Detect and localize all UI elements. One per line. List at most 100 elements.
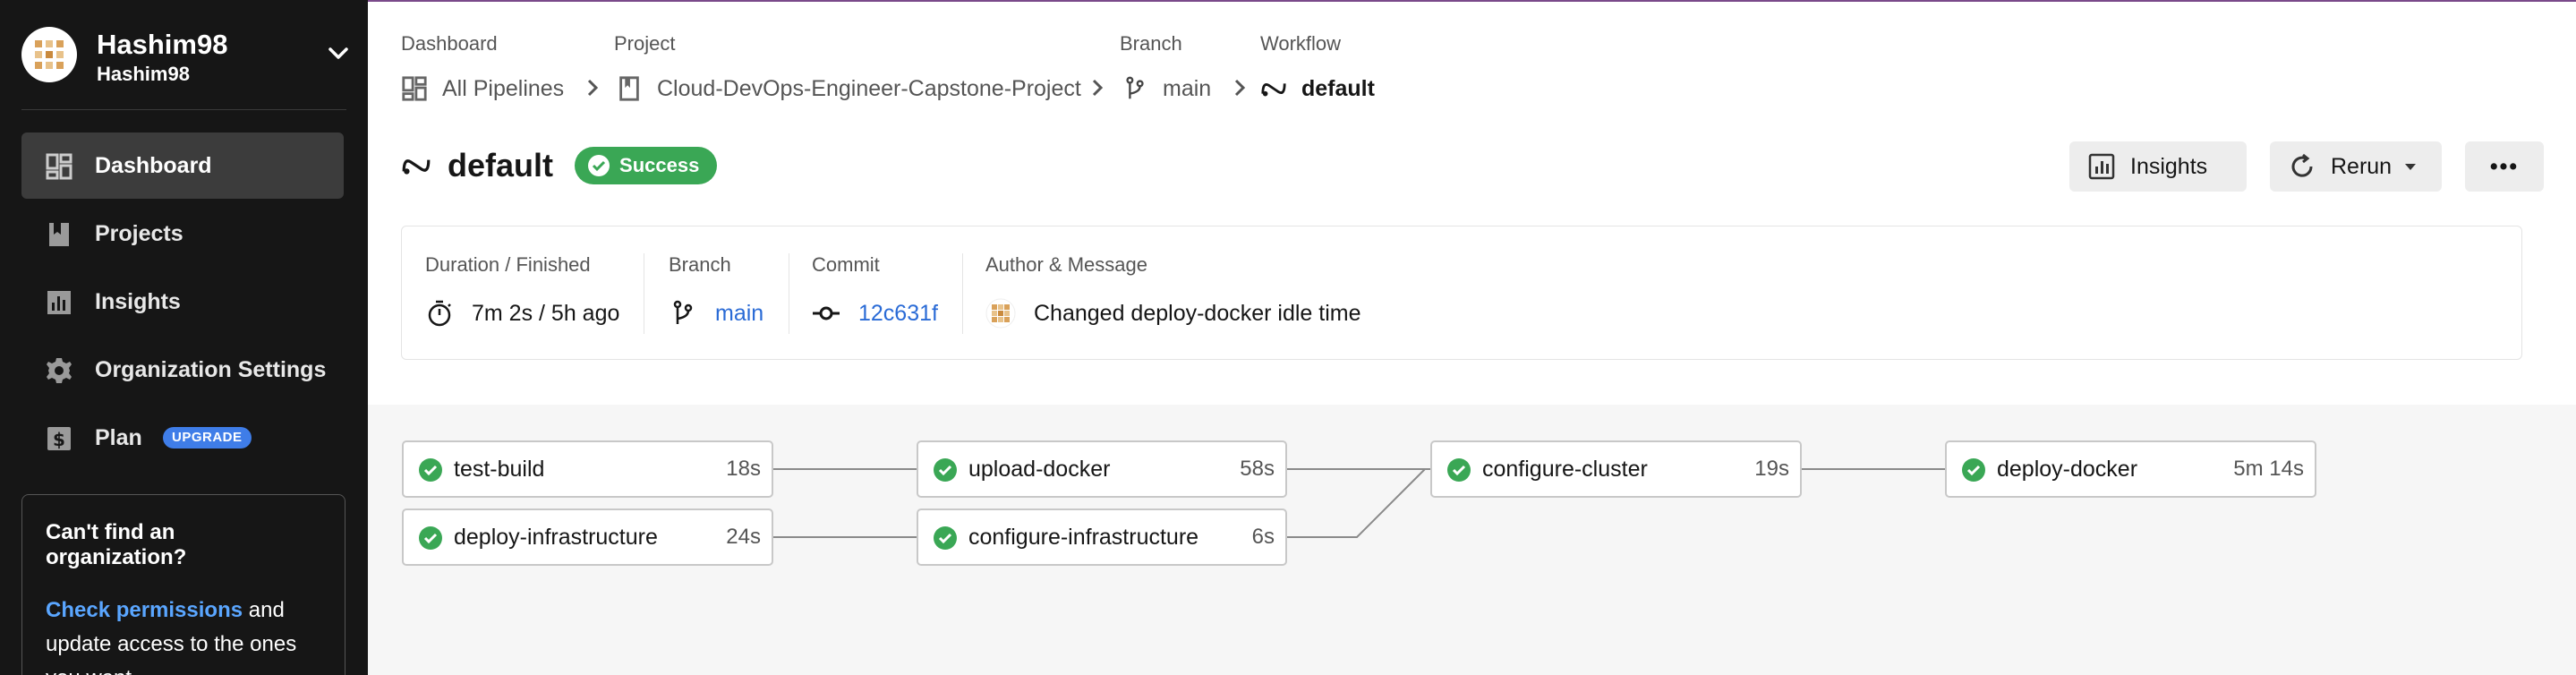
chevron-right-icon — [1092, 79, 1104, 97]
dashboard-icon — [402, 76, 427, 101]
job-name: configure-cluster — [1482, 456, 1648, 482]
branch-link[interactable]: main — [715, 301, 763, 327]
chevron-right-icon — [1234, 79, 1246, 97]
check-circle-icon — [934, 458, 957, 482]
breadcrumb-workflow-text: default — [1301, 75, 1375, 101]
breadcrumb-dashboard-text: All Pipelines — [442, 75, 565, 101]
workflow-icon — [402, 159, 431, 175]
workflow-icon — [1261, 83, 1286, 97]
more-icon: ••• — [2489, 153, 2520, 179]
breadcrumb-dashboard[interactable]: All Pipelines — [401, 73, 564, 104]
insights-button[interactable]: Insights — [2069, 141, 2247, 192]
job-deploy-docker[interactable]: deploy-docker 5m 14s — [1945, 440, 2316, 498]
upgrade-badge[interactable]: UPGRADE — [163, 427, 252, 449]
sidebar-item-label: Organization Settings — [95, 356, 327, 382]
status-badge: Success — [575, 147, 718, 184]
sidebar-item-dashboard[interactable]: Dashboard — [21, 132, 344, 199]
sidebar-item-label: Projects — [95, 220, 183, 246]
check-circle-icon — [934, 526, 957, 550]
sidebar-item-insights[interactable]: Insights — [21, 269, 344, 335]
job-configure-infrastructure[interactable]: configure-infrastructure 6s — [917, 508, 1287, 566]
org-avatar — [21, 27, 77, 82]
job-name: deploy-infrastructure — [454, 524, 658, 550]
help-box: Can't find an organization? Check permis… — [21, 494, 345, 675]
insights-chart-icon — [2088, 153, 2115, 180]
org-subname: Hashim98 — [97, 63, 190, 85]
job-name: test-build — [454, 456, 545, 482]
branch-icon — [1126, 76, 1144, 99]
breadcrumb-label-branch: Branch — [1120, 32, 1182, 55]
org-switcher[interactable]: Hashim98 Hashim98 — [21, 25, 353, 85]
check-circle-icon — [419, 526, 442, 550]
job-name: configure-infrastructure — [968, 524, 1199, 550]
check-circle-icon — [588, 155, 610, 176]
svg-text:$: $ — [53, 429, 65, 450]
duration-value: 7m 2s / 5h ago — [425, 298, 619, 329]
rerun-icon — [2291, 153, 2313, 177]
status-text: Success — [619, 154, 700, 176]
sidebar-item-organization-settings[interactable]: Organization Settings — [21, 337, 344, 403]
author-message: Changed deploy-docker idle time — [985, 298, 1361, 329]
stopwatch-icon — [428, 300, 451, 327]
dollar-icon: $ — [47, 427, 71, 450]
commit-value[interactable]: 12c631f — [812, 298, 938, 329]
job-duration: 18s — [726, 457, 761, 481]
chevron-down-icon[interactable] — [324, 39, 353, 68]
rerun-button[interactable]: Rerun — [2270, 141, 2442, 192]
commit-message: Changed deploy-docker idle time — [1034, 300, 1361, 326]
sidebar-item-label: Insights — [95, 288, 181, 314]
breadcrumb-label-dashboard: Dashboard — [401, 32, 498, 55]
commit-icon — [813, 306, 840, 320]
rerun-button-label: Rerun — [2331, 153, 2393, 179]
sidebar-item-plan[interactable]: $ Plan UPGRADE — [21, 405, 344, 471]
page-title: default — [448, 147, 554, 184]
breadcrumb-project-text: Cloud-DevOps-Engineer-Capstone-Project — [657, 75, 1081, 101]
sidebar: Hashim98 Hashim98 Dashboard Projects Ins… — [0, 0, 368, 675]
job-test-build[interactable]: test-build 18s — [402, 440, 773, 498]
workflow-title-row: default Success — [401, 145, 718, 186]
help-box-title: Can't find an organization? — [46, 520, 187, 569]
info-divider — [962, 253, 963, 334]
job-duration: 58s — [1240, 457, 1275, 481]
check-circle-icon — [1962, 458, 1985, 482]
breadcrumb-label-project: Project — [614, 32, 676, 55]
workflow-info-card: Duration / Finished 7m 2s / 5h ago Branc… — [401, 226, 2522, 360]
branch-icon — [673, 300, 693, 324]
branch-label: Branch — [669, 253, 731, 276]
check-permissions-link[interactable]: Check permissions — [46, 598, 243, 622]
breadcrumb-branch-text: main — [1163, 75, 1212, 101]
chevron-right-icon — [587, 79, 599, 97]
sidebar-item-label: Dashboard — [95, 152, 212, 178]
sidebar-divider — [21, 109, 346, 110]
breadcrumb-branch[interactable]: main — [1122, 73, 1211, 104]
duration-text: 7m 2s / 5h ago — [472, 300, 620, 326]
job-deploy-infrastructure[interactable]: deploy-infrastructure 24s — [402, 508, 773, 566]
job-duration: 19s — [1754, 457, 1789, 481]
job-duration: 24s — [726, 525, 761, 549]
project-book-icon — [49, 223, 69, 246]
project-book-icon — [619, 76, 639, 101]
commit-link[interactable]: 12c631f — [858, 301, 938, 327]
duration-label: Duration / Finished — [425, 253, 591, 276]
more-options-button[interactable]: ••• — [2465, 141, 2544, 192]
job-upload-docker[interactable]: upload-docker 58s — [917, 440, 1287, 498]
job-duration: 6s — [1251, 525, 1275, 549]
gear-icon — [47, 358, 72, 383]
check-circle-icon — [419, 458, 442, 482]
commit-label: Commit — [812, 253, 880, 276]
insights-button-label: Insights — [2130, 153, 2208, 179]
author-label: Author & Message — [985, 253, 1147, 276]
sidebar-item-label: Plan — [95, 424, 142, 450]
branch-value[interactable]: main — [669, 298, 763, 329]
sidebar-item-projects[interactable]: Projects — [21, 201, 344, 267]
breadcrumb-workflow[interactable]: default — [1260, 73, 1375, 104]
check-circle-icon — [1447, 458, 1471, 482]
org-name: Hashim98 — [97, 29, 228, 60]
breadcrumb-project[interactable]: Cloud-DevOps-Engineer-Capstone-Project — [616, 73, 1081, 104]
insights-chart-icon — [47, 291, 71, 314]
author-avatar — [985, 298, 1016, 329]
breadcrumb-label-workflow: Workflow — [1260, 32, 1342, 55]
job-name: upload-docker — [968, 456, 1111, 482]
caret-down-icon — [2405, 164, 2417, 170]
job-configure-cluster[interactable]: configure-cluster 19s — [1430, 440, 1802, 498]
